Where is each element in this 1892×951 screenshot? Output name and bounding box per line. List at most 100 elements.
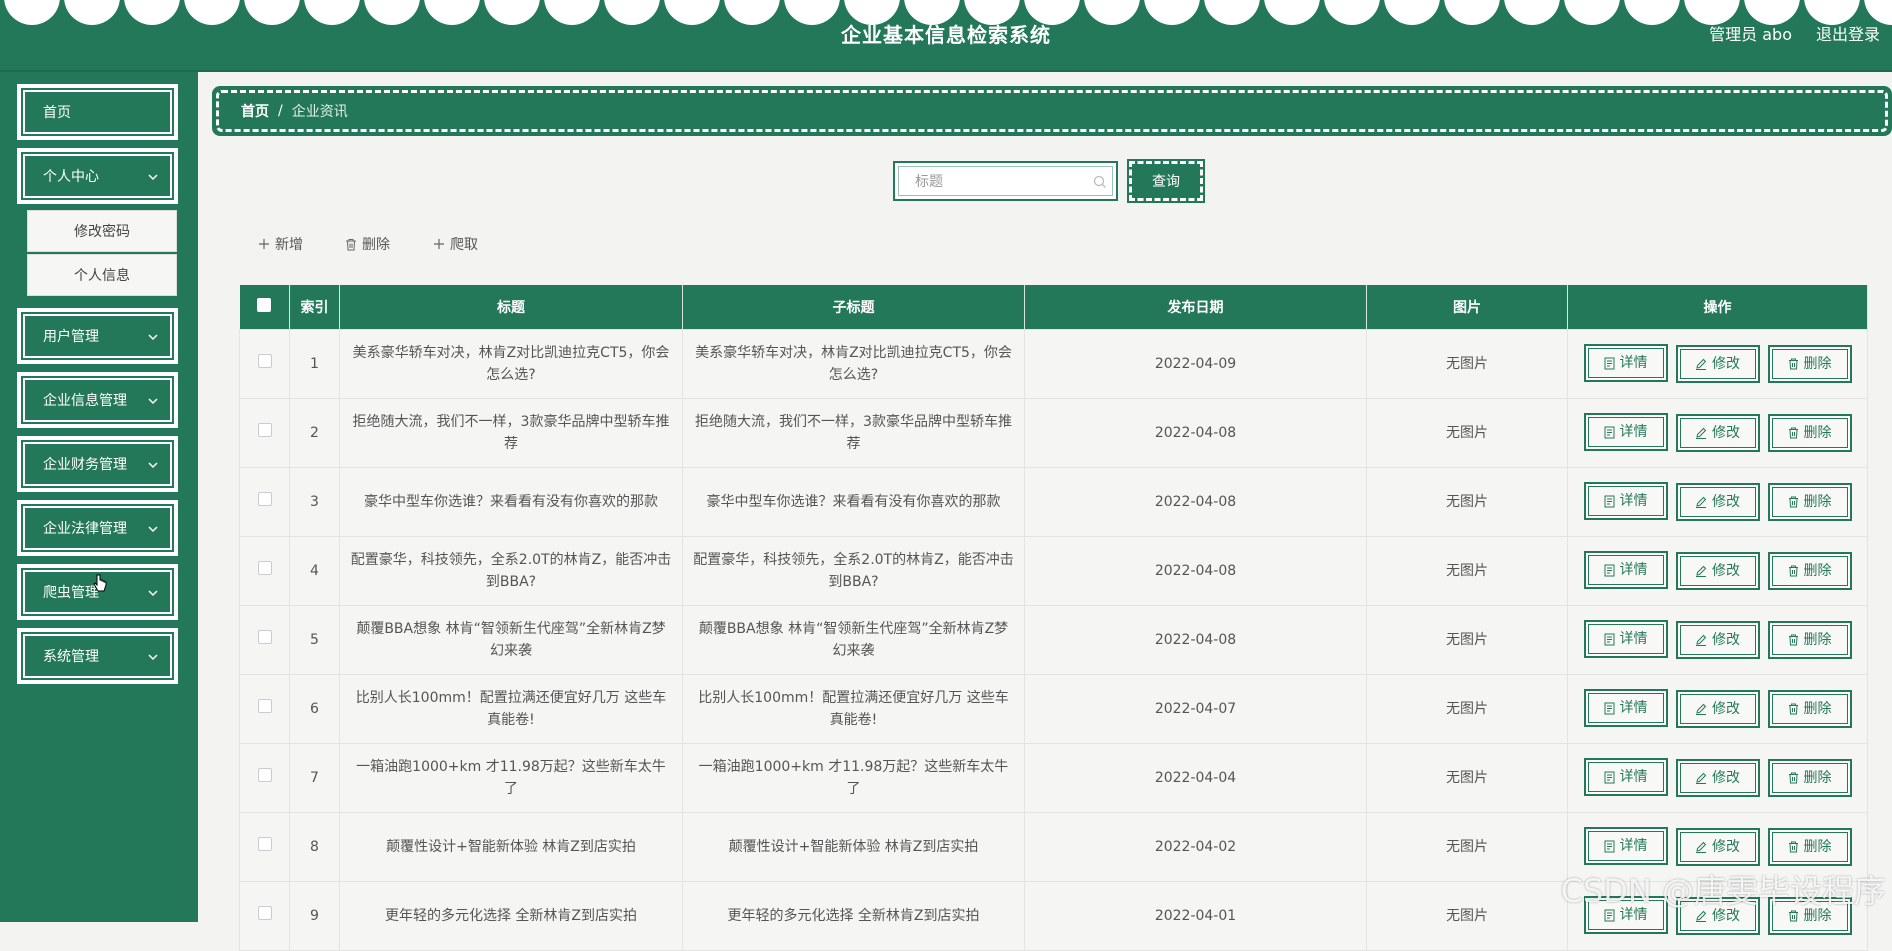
query-button[interactable]: 查询 — [1127, 159, 1205, 203]
search-input[interactable]: 标题 — [898, 166, 1113, 196]
plus-icon — [259, 239, 269, 249]
row-subtitle: 比别人长100mm！配置拉满还便宜好几万 这些车真能卷! — [682, 673, 1025, 744]
submenu-item-label: 修改密码 — [74, 224, 130, 240]
edit-button[interactable]: 修改 — [1675, 689, 1760, 728]
edit-button[interactable]: 修改 — [1675, 758, 1760, 797]
delete-button[interactable]: 删除 — [1767, 620, 1852, 659]
sidebar-item-label: 系统管理 — [43, 649, 99, 665]
row-subtitle: 颠覆性设计+智能新体验 林肯Z到店实拍 — [682, 811, 1025, 882]
row-title: 豪华中型车你选谁？来看看有没有你喜欢的那款 — [339, 466, 683, 537]
top-header: 企业基本信息检索系统 管理员 abo 退出登录 — [0, 0, 1892, 72]
submenu-item-change-password[interactable]: 修改密码 — [27, 210, 177, 252]
delete-button-label: 删除 — [1803, 493, 1832, 510]
row-checkbox[interactable] — [257, 767, 272, 782]
detail-button[interactable]: 详情 — [1583, 620, 1668, 659]
document-icon — [1604, 633, 1614, 646]
sidebar-item-label: 个人中心 — [43, 169, 99, 185]
detail-button[interactable]: 详情 — [1583, 827, 1668, 866]
row-checkbox[interactable] — [257, 905, 272, 920]
admin-username: 管理员 abo — [1709, 25, 1792, 44]
sidebar-item-personal-center[interactable]: 个人中心 — [17, 148, 178, 204]
row-image: 无图片 — [1366, 742, 1568, 813]
row-checkbox[interactable] — [257, 560, 272, 575]
detail-button-label: 详情 — [1619, 562, 1648, 579]
table-header-row: 索引 标题 子标题 发布日期 图片 操作 — [239, 285, 1868, 329]
trash-icon — [1788, 703, 1798, 715]
edit-button-label: 修改 — [1712, 424, 1740, 441]
row-select-cell — [239, 328, 290, 399]
row-image: 无图片 — [1366, 604, 1568, 675]
row-checkbox[interactable] — [257, 422, 272, 437]
document-icon — [1604, 771, 1614, 784]
delete-button[interactable]: 删除 — [1767, 482, 1852, 521]
row-date: 2022-04-08 — [1024, 535, 1367, 606]
logout-link[interactable]: 退出登录 — [1816, 21, 1880, 45]
submenu-item-personal-info[interactable]: 个人信息 — [27, 254, 177, 296]
document-icon — [1604, 357, 1614, 370]
delete-button[interactable]: 删除 — [1767, 758, 1852, 797]
add-button[interactable]: 新增 — [258, 231, 303, 257]
row-subtitle: 美系豪华轿车对决，林肯Z对比凯迪拉克CT5，你会怎么选? — [682, 328, 1025, 399]
edit-button[interactable]: 修改 — [1675, 620, 1760, 659]
row-select-cell — [239, 811, 290, 882]
sidebar-item-company-info[interactable]: 企业信息管理 — [17, 372, 178, 428]
delete-button-label: 删除 — [1803, 562, 1832, 579]
breadcrumb-separator: / — [278, 103, 283, 119]
row-select-cell — [239, 466, 290, 537]
delete-button[interactable]: 删除 — [1767, 689, 1852, 728]
chevron-down-icon — [148, 526, 158, 533]
delete-button[interactable]: 删除 — [1767, 413, 1852, 452]
breadcrumb: 首页 / 企业资讯 — [212, 86, 1892, 136]
row-actions: 详情 修改 删除 — [1567, 742, 1868, 813]
detail-button[interactable]: 详情 — [1583, 344, 1668, 383]
row-checkbox[interactable] — [257, 353, 272, 368]
row-image: 无图片 — [1366, 535, 1568, 606]
trash-icon — [1788, 634, 1798, 646]
select-all-checkbox[interactable] — [257, 297, 272, 312]
edit-button[interactable]: 修改 — [1675, 827, 1760, 866]
row-select-cell — [239, 742, 290, 813]
delete-button[interactable]: 删除 — [1767, 344, 1852, 383]
breadcrumb-home[interactable]: 首页 — [241, 101, 269, 121]
sidebar-item-system[interactable]: 系统管理 — [17, 628, 178, 684]
trash-icon — [1788, 496, 1798, 508]
sidebar-item-home[interactable]: 首页 — [17, 84, 178, 140]
pencil-icon — [1696, 841, 1707, 853]
edit-button[interactable]: 修改 — [1675, 413, 1760, 452]
crawl-button[interactable]: 爬取 — [433, 231, 478, 257]
row-checkbox[interactable] — [257, 836, 272, 851]
chevron-down-icon — [148, 398, 158, 405]
sidebar-item-company-legal[interactable]: 企业法律管理 — [17, 500, 178, 556]
detail-button[interactable]: 详情 — [1583, 551, 1668, 590]
delete-button[interactable]: 删除 — [1767, 827, 1852, 866]
edit-button[interactable]: 修改 — [1675, 344, 1760, 383]
delete-button-label: 删除 — [1803, 769, 1832, 786]
detail-button[interactable]: 详情 — [1583, 482, 1668, 521]
detail-button[interactable]: 详情 — [1583, 413, 1668, 452]
detail-button-label: 详情 — [1619, 424, 1648, 441]
document-icon — [1604, 840, 1614, 853]
edit-button[interactable]: 修改 — [1675, 551, 1760, 590]
sidebar-item-user-management[interactable]: 用户管理 — [17, 308, 178, 364]
table-row: 5 颠覆BBA想象 林肯“智领新生代座驾”全新林肯Z梦幻来袭 颠覆BBA想象 林肯“… — [239, 604, 1868, 675]
pencil-icon — [1696, 427, 1707, 439]
breadcrumb-current: 企业资讯 — [291, 104, 348, 120]
column-header-index: 索引 — [289, 285, 340, 329]
delete-button[interactable]: 删除 — [1767, 551, 1852, 590]
batch-delete-button[interactable]: 删除 — [345, 231, 390, 257]
row-subtitle: 颠覆BBA想象 林肯“智领新生代座驾”全新林肯Z梦幻来袭 — [682, 604, 1025, 675]
detail-button[interactable]: 详情 — [1583, 758, 1668, 797]
row-checkbox[interactable] — [257, 698, 272, 713]
trash-icon — [1788, 427, 1798, 439]
row-checkbox[interactable] — [257, 491, 272, 506]
detail-button[interactable]: 详情 — [1583, 689, 1668, 728]
edit-button[interactable]: 修改 — [1675, 482, 1760, 521]
column-header-subtitle: 子标题 — [682, 285, 1025, 329]
row-image: 无图片 — [1366, 811, 1568, 882]
search-icon — [1093, 175, 1106, 188]
row-checkbox[interactable] — [257, 629, 272, 644]
row-index: 1 — [289, 328, 340, 399]
sidebar-item-company-finance[interactable]: 企业财务管理 — [17, 436, 178, 492]
row-date: 2022-04-01 — [1024, 880, 1367, 951]
submenu-item-label: 个人信息 — [74, 268, 130, 284]
